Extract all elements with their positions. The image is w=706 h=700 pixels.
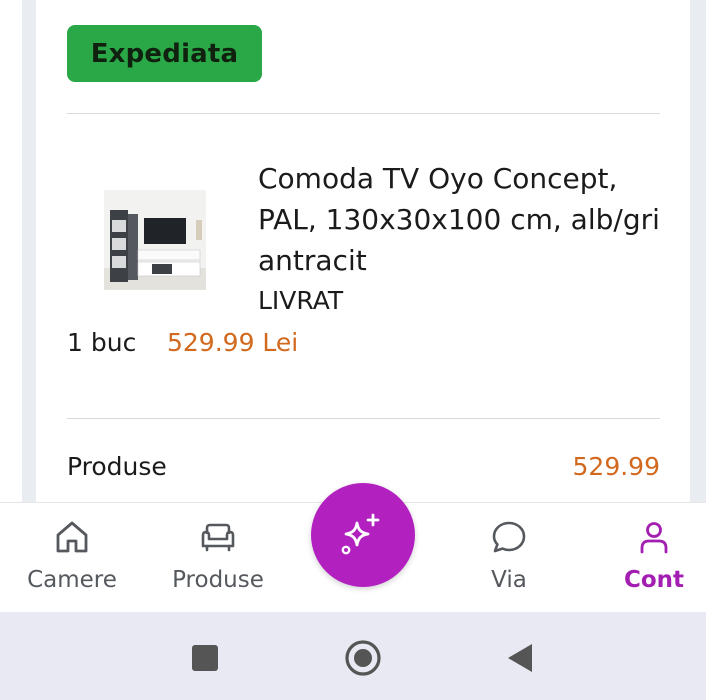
nav-label: Camere bbox=[27, 567, 117, 593]
product-status: LIVRAT bbox=[258, 286, 344, 315]
nav-label: Produse bbox=[172, 567, 264, 593]
nav-item-produse[interactable]: Produse bbox=[148, 503, 288, 613]
chat-bubble-icon bbox=[492, 521, 526, 553]
sofa-icon bbox=[201, 523, 235, 552]
product-image[interactable] bbox=[104, 190, 206, 290]
product-quantity: 1 buc bbox=[67, 328, 137, 357]
order-details-screen: Expediata Comoda TV Oyo Concept, PAL, 13… bbox=[0, 0, 706, 700]
order-status-badge: Expediata bbox=[67, 25, 262, 82]
recents-square-icon[interactable] bbox=[185, 638, 225, 678]
summary-products-label: Produse bbox=[67, 452, 167, 481]
product-title[interactable]: Comoda TV Oyo Concept, PAL, 130x30x100 c… bbox=[258, 158, 678, 281]
nav-label: Cont bbox=[623, 567, 685, 593]
divider bbox=[67, 418, 660, 419]
nav-item-via[interactable]: Via bbox=[439, 503, 579, 613]
tv-stand-image bbox=[104, 190, 206, 290]
sparkles-icon bbox=[341, 513, 380, 555]
divider bbox=[67, 113, 660, 114]
assistant-fab-button[interactable] bbox=[311, 483, 415, 587]
home-icon bbox=[56, 521, 88, 553]
product-price: 529.99 Lei bbox=[167, 328, 299, 357]
home-circle-icon[interactable] bbox=[343, 638, 383, 678]
left-gutter-strip bbox=[22, 0, 36, 502]
nav-item-cont[interactable]: Cont bbox=[584, 503, 706, 613]
summary-products-value: 529.99 bbox=[572, 452, 660, 481]
back-triangle-icon[interactable] bbox=[500, 638, 540, 678]
nav-label: Via bbox=[491, 567, 527, 593]
order-card: Expediata Comoda TV Oyo Concept, PAL, 13… bbox=[36, 0, 690, 502]
right-gutter bbox=[690, 0, 706, 502]
nav-item-camere[interactable]: Camere bbox=[2, 503, 142, 613]
system-navigation-bar bbox=[0, 612, 706, 700]
user-icon bbox=[640, 522, 668, 554]
